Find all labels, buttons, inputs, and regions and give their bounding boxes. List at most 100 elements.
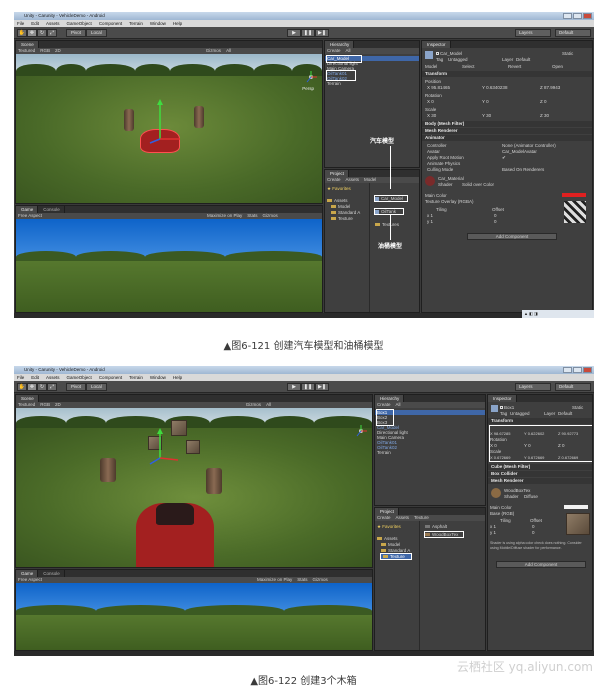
oil-tank-1[interactable] xyxy=(100,458,116,482)
minimize-button[interactable] xyxy=(563,367,572,373)
breadcrumb-texture[interactable]: Texture xyxy=(414,515,429,521)
add-component-button[interactable]: Add Component xyxy=(496,561,586,568)
position-z-field[interactable]: Z 87.9943 xyxy=(540,85,560,90)
rotation-x-field[interactable]: X 0 xyxy=(427,99,434,104)
tiling-x-field[interactable]: x 1 xyxy=(427,213,433,218)
hierarchy-search[interactable]: All xyxy=(396,402,401,408)
menu-help[interactable]: Help xyxy=(173,374,182,381)
step-icon[interactable]: ▶❚ xyxy=(315,29,329,37)
menu-file[interactable]: File xyxy=(17,20,24,27)
position-x-field[interactable]: X 95.81465 xyxy=(427,85,450,90)
menu-gameobject[interactable]: GameObject xyxy=(67,374,92,381)
tab-game[interactable]: Game xyxy=(16,570,39,577)
oil-tank-2[interactable] xyxy=(206,468,222,494)
texture-thumbnail[interactable] xyxy=(564,201,586,223)
tab-game[interactable]: Game xyxy=(16,206,39,213)
menu-component[interactable]: Component xyxy=(99,374,122,381)
scale-tool-icon[interactable]: ⤢ xyxy=(47,29,57,37)
object-name-field[interactable]: Car_Model xyxy=(440,51,462,56)
tab-inspector[interactable]: Inspector xyxy=(422,41,451,48)
animator-controller-field[interactable]: None (Animator Controller) xyxy=(502,143,556,148)
project-folder-standard[interactable]: Standard A xyxy=(331,210,360,215)
move-tool-icon[interactable]: ✥ xyxy=(27,383,37,391)
shader-dropdown[interactable]: Diffuse xyxy=(524,494,538,499)
project-folder-assets[interactable]: Assets xyxy=(377,536,398,541)
pivot-toggle[interactable]: Pivot xyxy=(66,29,87,37)
pause-icon[interactable]: ❚❚ xyxy=(301,29,315,37)
static-toggle[interactable]: Static xyxy=(572,405,583,410)
menu-component[interactable]: Component xyxy=(99,20,122,27)
mesh-renderer-header[interactable]: Mesh Renderer xyxy=(422,128,592,134)
open-button[interactable]: Open xyxy=(552,64,563,69)
tag-dropdown[interactable]: Untagged xyxy=(448,57,468,62)
hand-tool-icon[interactable]: ✋ xyxy=(17,29,27,37)
layer-dropdown[interactable]: Default xyxy=(516,57,530,62)
culling-mode-dropdown[interactable]: Based On Renderers xyxy=(502,167,544,172)
menu-edit[interactable]: Edit xyxy=(31,20,39,27)
box-collider-header[interactable]: Box Collider xyxy=(488,471,592,477)
hierarchy-item-terrain[interactable]: Terrain xyxy=(377,450,391,455)
pause-icon[interactable]: ❚❚ xyxy=(301,383,315,391)
project-folder-model[interactable]: Model xyxy=(331,204,350,209)
scene-orientation-gizmo-icon[interactable] xyxy=(354,424,368,438)
rotation-z-field[interactable]: Z 0 xyxy=(540,99,547,104)
shader-dropdown[interactable]: Solid over Color xyxy=(462,182,494,187)
add-component-button[interactable]: Add Component xyxy=(467,233,557,240)
tab-scene[interactable]: Scene xyxy=(16,395,39,402)
project-favorites[interactable]: ★ Favorites xyxy=(327,186,351,191)
local-toggle[interactable]: Local xyxy=(86,29,107,37)
avatar-field[interactable]: Car_ModelAvatar xyxy=(502,149,537,154)
layout-dropdown[interactable]: Default xyxy=(555,383,591,391)
position-y-field[interactable]: Y 0.6340238 xyxy=(482,85,507,90)
scale-z-field[interactable]: Z 30 xyxy=(540,113,549,118)
oil-tank-2[interactable] xyxy=(194,106,204,128)
project-file-textures[interactable]: Textures xyxy=(375,222,399,227)
rotation-y-field[interactable]: Y 0 xyxy=(482,99,489,104)
scene-orientation-gizmo-icon[interactable] xyxy=(304,70,318,84)
rotate-tool-icon[interactable]: ↻ xyxy=(37,29,47,37)
tab-project[interactable]: Project xyxy=(325,170,350,177)
transform-header[interactable]: Transform xyxy=(488,418,592,424)
maximize-button[interactable] xyxy=(573,367,582,373)
layer-dropdown[interactable]: Default xyxy=(558,411,572,416)
move-gizmo-icon[interactable] xyxy=(146,99,186,144)
tiling-y-field[interactable]: y 1 xyxy=(490,530,496,535)
main-color-swatch[interactable] xyxy=(564,505,588,509)
object-name-field[interactable]: Box1 xyxy=(504,405,514,410)
select-button[interactable]: Select xyxy=(462,64,475,69)
project-file-asphalt[interactable]: Asphalt xyxy=(425,524,447,529)
scene-viewport[interactable]: Persp xyxy=(16,54,322,203)
menu-edit[interactable]: Edit xyxy=(31,374,39,381)
tab-hierarchy[interactable]: Hierarchy xyxy=(325,41,355,48)
move-gizmo-icon[interactable] xyxy=(146,428,186,468)
close-button[interactable] xyxy=(583,367,592,373)
tiling-x-field[interactable]: x 1 xyxy=(490,524,496,529)
offset-x-field[interactable]: 0 xyxy=(532,524,535,529)
play-icon[interactable]: ▶ xyxy=(287,29,301,37)
tab-console[interactable]: Console xyxy=(38,206,65,213)
minimize-button[interactable] xyxy=(563,13,572,19)
hand-tool-icon[interactable]: ✋ xyxy=(17,383,27,391)
hierarchy-create-dropdown[interactable]: Create xyxy=(377,402,391,408)
project-folder-model[interactable]: Model xyxy=(381,542,400,547)
close-button[interactable] xyxy=(583,13,592,19)
breadcrumb-assets[interactable]: Assets xyxy=(396,515,410,521)
hierarchy-create-dropdown[interactable]: Create xyxy=(327,48,341,54)
menu-window[interactable]: Window xyxy=(150,374,166,381)
offset-x-field[interactable]: 0 xyxy=(494,213,497,218)
menu-gameobject[interactable]: GameObject xyxy=(67,20,92,27)
transform-header[interactable]: Transform xyxy=(422,71,592,77)
layout-dropdown[interactable]: Default xyxy=(555,29,591,37)
menu-assets[interactable]: Assets xyxy=(46,374,60,381)
menu-file[interactable]: File xyxy=(17,374,24,381)
rotate-tool-icon[interactable]: ↻ xyxy=(37,383,47,391)
tiling-y-field[interactable]: y 1 xyxy=(427,219,433,224)
mesh-renderer-header[interactable]: Mesh Renderer xyxy=(488,478,592,484)
wood-box-3[interactable] xyxy=(186,440,200,454)
menu-terrain[interactable]: Terrain xyxy=(129,374,143,381)
hierarchy-search[interactable]: All xyxy=(346,48,351,54)
step-icon[interactable]: ▶❚ xyxy=(315,383,329,391)
tab-console[interactable]: Console xyxy=(38,570,65,577)
object-active-checkbox[interactable]: Car_Model xyxy=(436,51,462,56)
layers-dropdown[interactable]: Layers xyxy=(515,29,551,37)
